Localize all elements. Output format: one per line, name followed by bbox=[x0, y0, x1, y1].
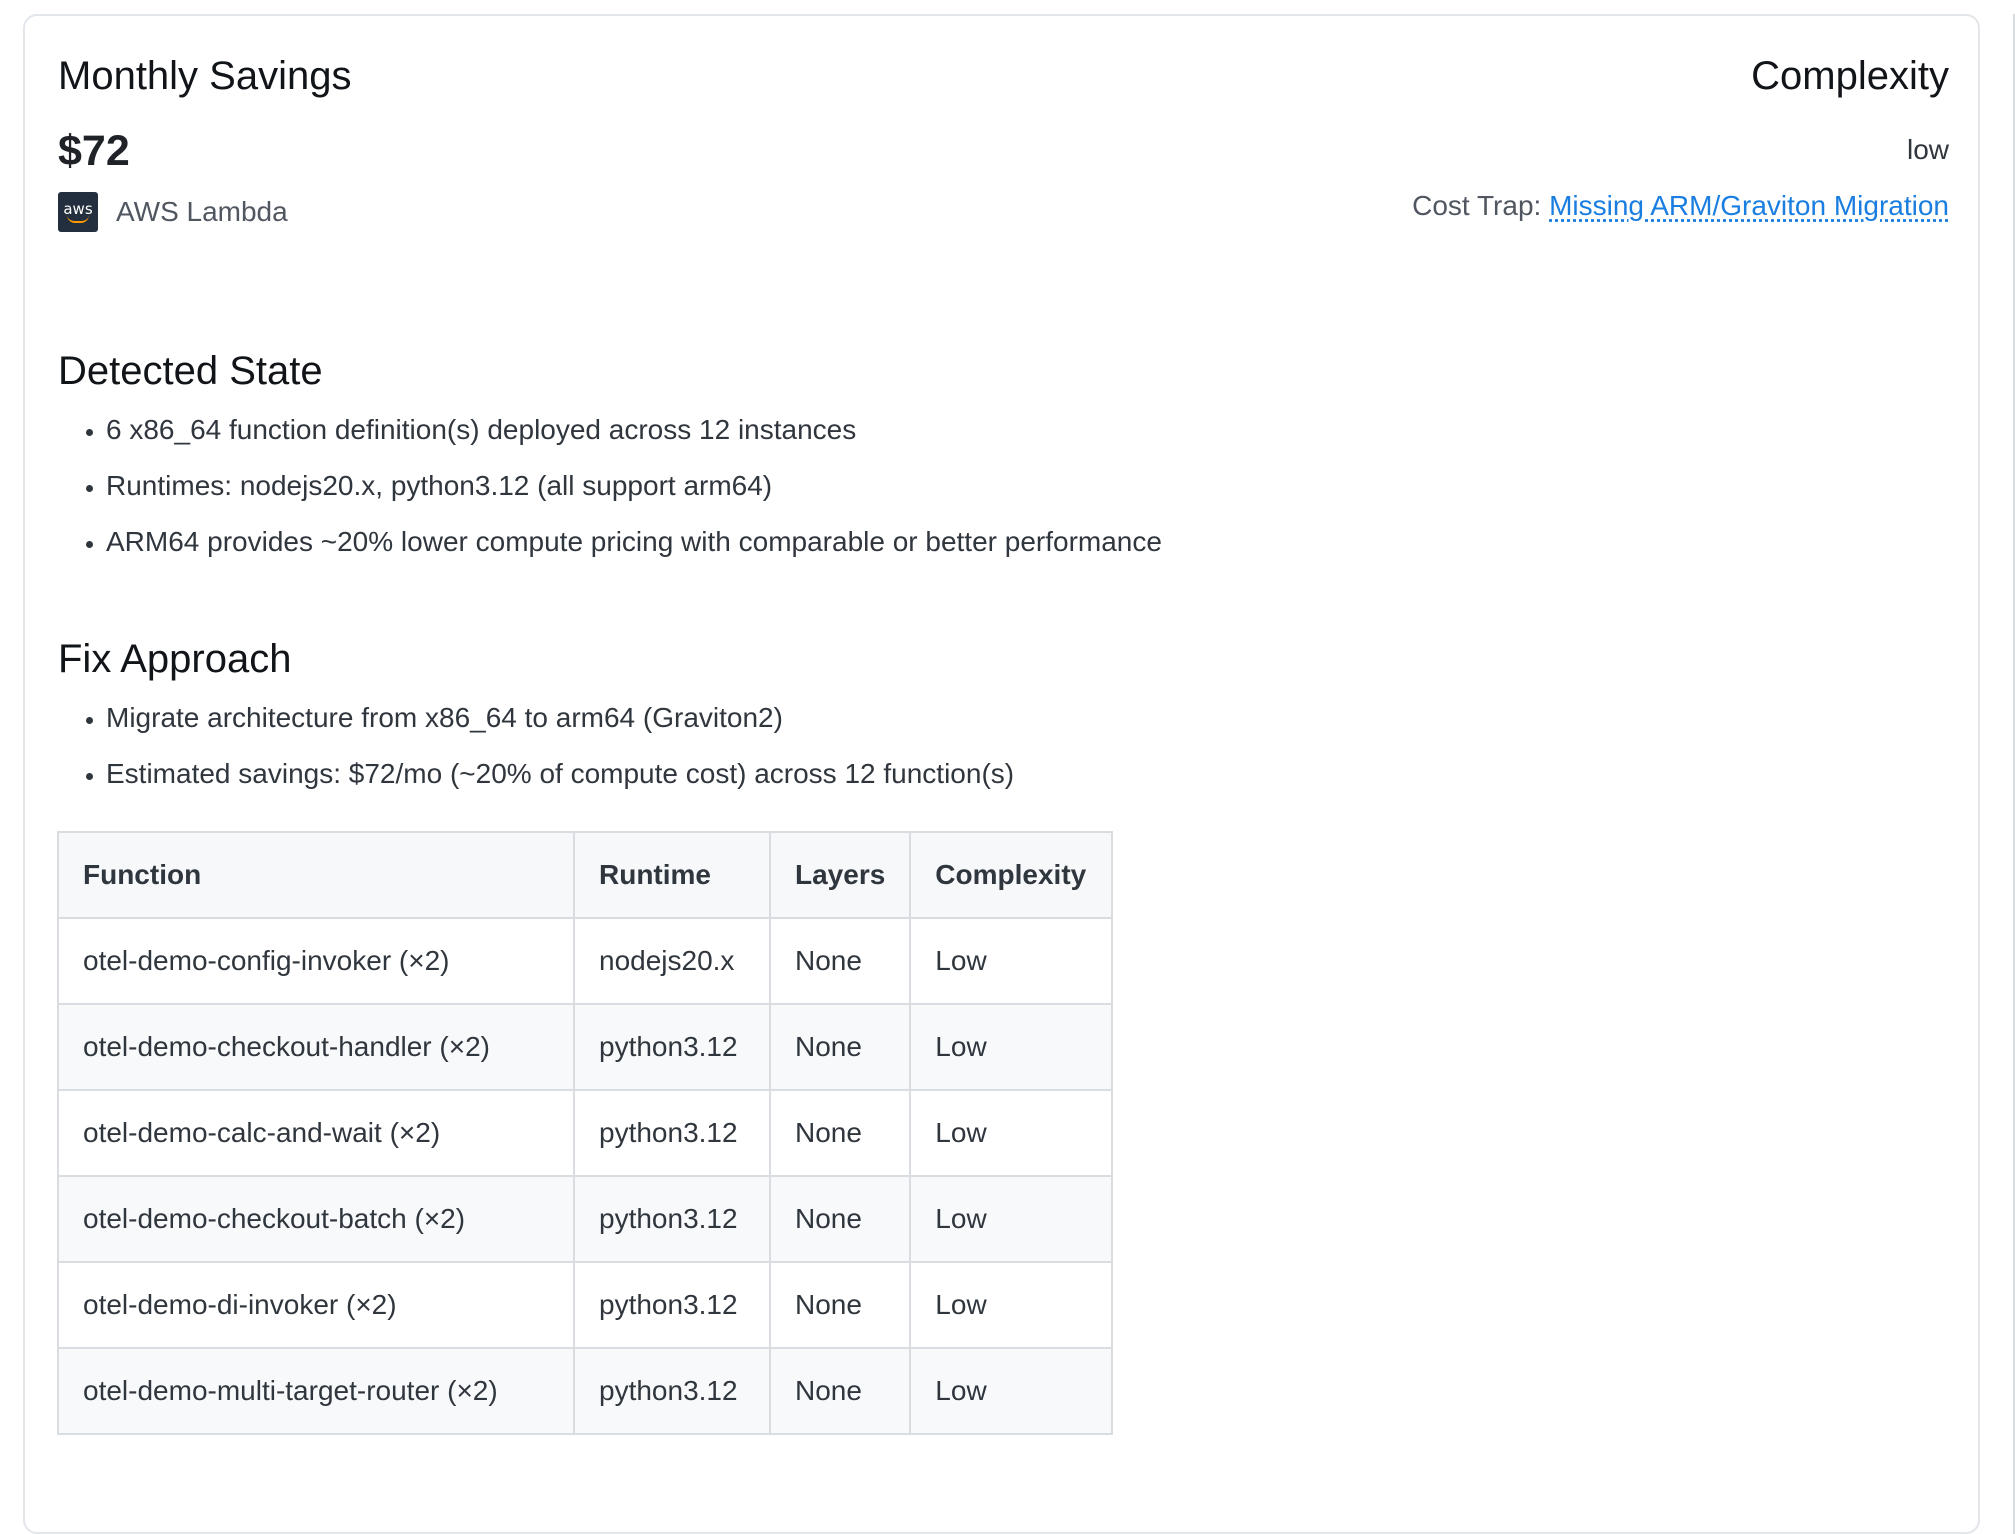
cell-function: otel-demo-config-invoker (×2) bbox=[57, 917, 575, 1005]
detected-state-title: Detected State bbox=[58, 349, 323, 393]
cell-complexity: Low bbox=[909, 1261, 1114, 1349]
list-item: 6 x86_64 function definition(s) deployed… bbox=[106, 402, 1162, 458]
cell-function: otel-demo-checkout-handler (×2) bbox=[57, 1003, 575, 1091]
cell-function: otel-demo-checkout-batch (×2) bbox=[57, 1175, 575, 1263]
list-item: Migrate architecture from x86_64 to arm6… bbox=[106, 690, 1014, 746]
table-row: otel-demo-calc-and-wait (×2) python3.12 … bbox=[57, 1089, 1114, 1177]
cell-runtime: python3.12 bbox=[573, 1261, 771, 1349]
complexity-label: Complexity bbox=[1751, 54, 1949, 98]
cell-layers: None bbox=[768, 917, 912, 1005]
monthly-savings-value: $72 bbox=[58, 127, 130, 175]
savings-summary: Monthly Savings $72 aws AWS Lambda bbox=[58, 50, 351, 232]
cell-function: otel-demo-calc-and-wait (×2) bbox=[57, 1089, 575, 1177]
cell-function: otel-demo-multi-target-router (×2) bbox=[57, 1347, 575, 1435]
fix-approach-section: Fix Approach Migrate architecture from x… bbox=[58, 634, 1014, 802]
cell-runtime: python3.12 bbox=[573, 1003, 771, 1091]
provider-name: AWS Lambda bbox=[116, 196, 288, 227]
cell-layers: None bbox=[768, 1003, 912, 1091]
table-row: otel-demo-multi-target-router (×2) pytho… bbox=[57, 1347, 1114, 1435]
functions-table: Function Runtime Layers Complexity otel-… bbox=[57, 831, 1114, 1435]
cell-function: otel-demo-di-invoker (×2) bbox=[57, 1261, 575, 1349]
complexity-summary: Complexity low Cost Trap: Missing ARM/Gr… bbox=[1412, 50, 1949, 222]
cell-complexity: Low bbox=[909, 917, 1114, 1005]
header-runtime: Runtime bbox=[573, 831, 771, 919]
list-item: ARM64 provides ~20% lower compute pricin… bbox=[106, 514, 1162, 570]
fix-approach-list: Migrate architecture from x86_64 to arm6… bbox=[58, 690, 1014, 802]
cell-layers: None bbox=[768, 1347, 912, 1435]
cell-layers: None bbox=[768, 1089, 912, 1177]
cell-layers: None bbox=[768, 1175, 912, 1263]
cell-runtime: python3.12 bbox=[573, 1347, 771, 1435]
fix-approach-title: Fix Approach bbox=[58, 637, 292, 681]
header-complexity: Complexity bbox=[909, 831, 1114, 919]
cell-complexity: Low bbox=[909, 1175, 1114, 1263]
cost-trap-link[interactable]: Missing ARM/Graviton Migration bbox=[1549, 190, 1949, 221]
cell-runtime: python3.12 bbox=[573, 1089, 771, 1177]
list-item: Runtimes: nodejs20.x, python3.12 (all su… bbox=[106, 458, 1162, 514]
table-row: otel-demo-di-invoker (×2) python3.12 Non… bbox=[57, 1261, 1114, 1349]
header-layers: Layers bbox=[768, 831, 912, 919]
header-function: Function bbox=[57, 831, 575, 919]
table-row: otel-demo-checkout-batch (×2) python3.12… bbox=[57, 1175, 1114, 1263]
provider: aws AWS Lambda bbox=[58, 192, 351, 232]
aws-logo-icon: aws bbox=[58, 192, 98, 232]
cell-layers: None bbox=[768, 1261, 912, 1349]
cell-complexity: Low bbox=[909, 1089, 1114, 1177]
monthly-savings-label: Monthly Savings bbox=[58, 54, 352, 98]
cell-runtime: python3.12 bbox=[573, 1175, 771, 1263]
list-item: Estimated savings: $72/mo (~20% of compu… bbox=[106, 746, 1014, 802]
table-row: otel-demo-checkout-handler (×2) python3.… bbox=[57, 1003, 1114, 1091]
cell-complexity: Low bbox=[909, 1003, 1114, 1091]
aws-smile-icon bbox=[67, 215, 89, 223]
detected-state-list: 6 x86_64 function definition(s) deployed… bbox=[58, 402, 1162, 570]
cost-trap-label: Cost Trap: bbox=[1412, 190, 1542, 221]
complexity-value: low bbox=[1906, 134, 1949, 165]
cell-runtime: nodejs20.x bbox=[573, 917, 771, 1005]
detected-state-section: Detected State 6 x86_64 function definit… bbox=[58, 346, 1162, 570]
table-header-row: Function Runtime Layers Complexity bbox=[57, 831, 1114, 919]
cell-complexity: Low bbox=[909, 1347, 1114, 1435]
table-row: otel-demo-config-invoker (×2) nodejs20.x… bbox=[57, 917, 1114, 1005]
cost-trap: Cost Trap: Missing ARM/Graviton Migratio… bbox=[1412, 190, 1949, 222]
